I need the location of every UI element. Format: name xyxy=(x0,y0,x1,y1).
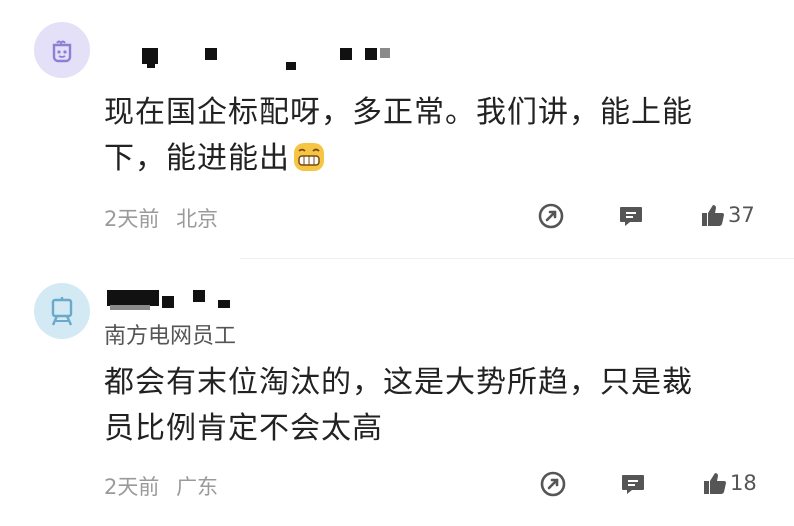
like-count: 18 xyxy=(730,471,757,495)
comment-meta: 2天前 北京 xyxy=(104,203,218,233)
divider xyxy=(240,258,794,259)
cup-avatar-icon xyxy=(52,40,72,63)
like-count: 37 xyxy=(728,203,755,227)
share-button[interactable] xyxy=(540,471,566,497)
reply-button[interactable] xyxy=(620,471,646,497)
grin-emoji-icon xyxy=(294,143,324,171)
comment-meta: 2天前 广东 xyxy=(104,471,218,501)
comment-icon xyxy=(620,207,642,226)
share-icon xyxy=(538,203,564,229)
user-subtitle: 南方电网员工 xyxy=(104,324,237,349)
thumbs-up-icon xyxy=(702,205,724,226)
easel-avatar-icon xyxy=(51,297,73,326)
comment-text: 都会有末位淘汰的，这是大势所趋，只是裁 员比例肯定不会太高 xyxy=(104,365,693,446)
like-button[interactable]: 18 xyxy=(702,470,757,496)
comment-location: 广东 xyxy=(176,475,219,499)
avatar[interactable] xyxy=(34,22,90,78)
comment-time: 2天前 xyxy=(104,475,160,499)
comment-text: 现在国企标配呀，多正常。我们讲，能上能 下，能进能出 xyxy=(104,95,693,176)
avatar[interactable] xyxy=(34,283,90,339)
reply-button[interactable] xyxy=(618,203,644,229)
share-button[interactable] xyxy=(538,203,564,229)
comment-location: 北京 xyxy=(176,207,219,231)
comment-icon xyxy=(622,475,644,494)
comment-time: 2天前 xyxy=(104,207,160,231)
thumbs-up-icon xyxy=(704,473,726,494)
share-icon xyxy=(540,471,566,497)
like-button[interactable]: 37 xyxy=(700,202,755,228)
